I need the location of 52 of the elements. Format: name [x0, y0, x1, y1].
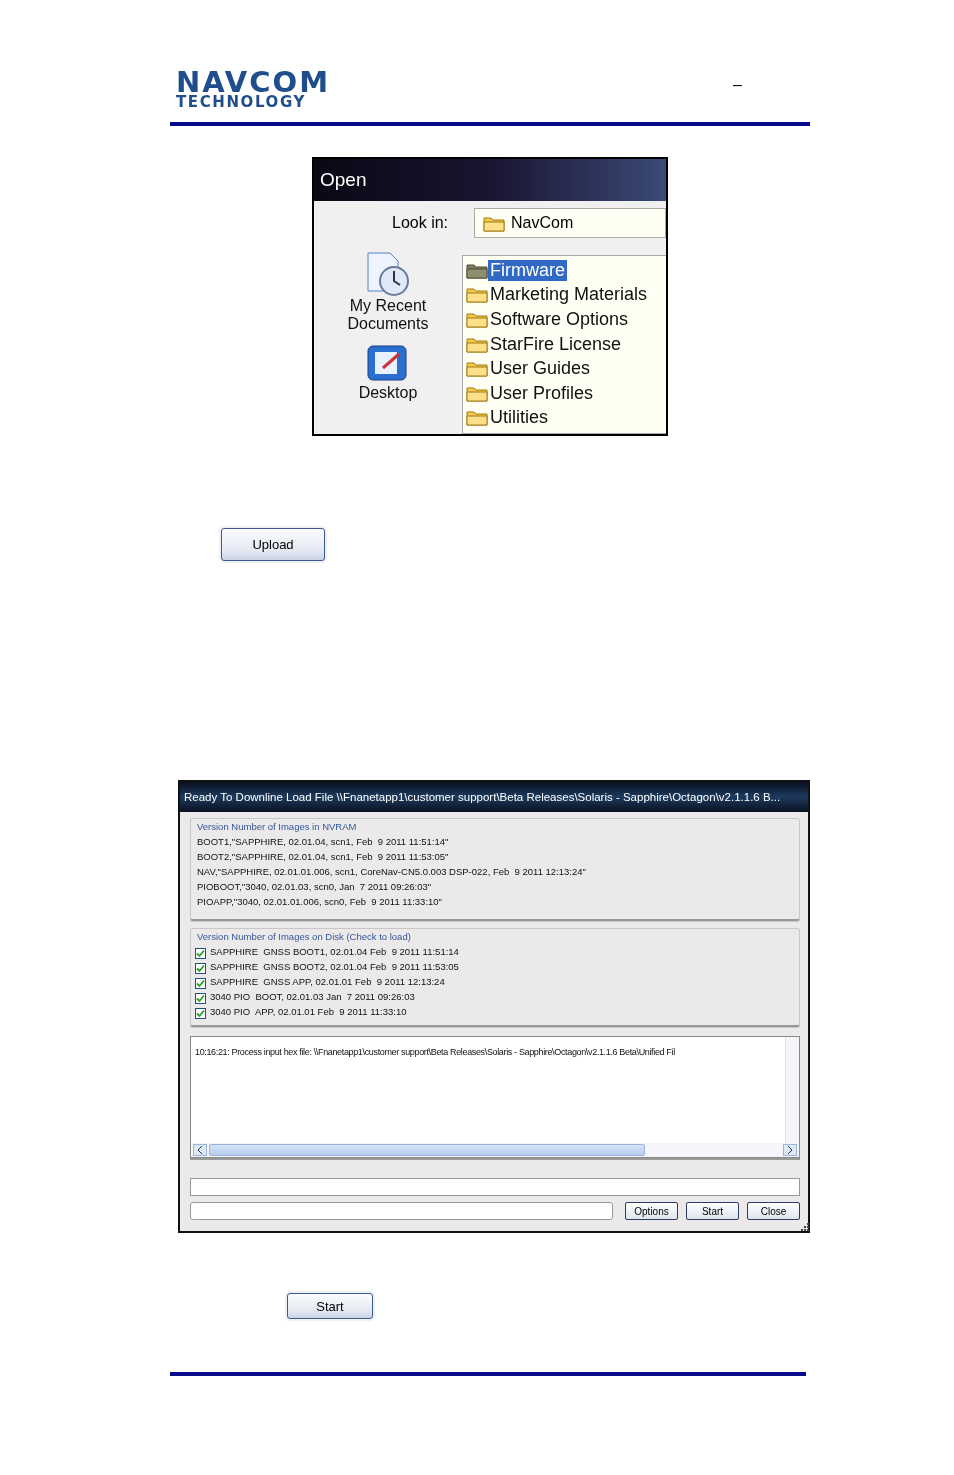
group-legend: Version Number of Images on Disk (Check to load): [197, 931, 411, 942]
log-line: 10:16:21: Process input hex file: \\Fnanetapp1\customer support\Beta Releases\Solaris - Sapphire\Octagon\v2.1.1.6 Beta\Unified Fil: [195, 1047, 675, 1057]
image-label: SAPPHIRE GNSS BOOT1, 02.01.04 Feb 9 2011 11:51:14: [210, 946, 459, 959]
navcom-logo: NAVCOM TECHNOLOGY: [176, 68, 330, 110]
image-label: 3040 PIO BOOT, 02.01.03 Jan 7 2011 09:26:03: [210, 991, 415, 1004]
resize-grip-icon[interactable]: [800, 1222, 810, 1232]
checkbox[interactable]: [195, 1008, 206, 1019]
window-title: Open: [314, 159, 666, 201]
dialog-button[interactable]: Close: [747, 1202, 800, 1220]
clock-document-icon: [364, 251, 412, 297]
checkbox[interactable]: [195, 948, 206, 959]
scroll-right-icon[interactable]: [783, 1144, 797, 1156]
folder-item[interactable]: Firmware: [488, 259, 567, 281]
upload-button[interactable]: Upload: [221, 528, 325, 561]
scroll-left-icon[interactable]: [193, 1144, 207, 1156]
start-button[interactable]: Start: [287, 1293, 373, 1319]
version-line: BOOT2,"SAPPHIRE, 02.01.04, scn1, Feb 9 2011 11:53:05": [197, 851, 450, 864]
folder-item[interactable]: Software Options: [488, 309, 631, 330]
image-label: SAPPHIRE GNSS APP, 02.01.01 Feb 9 2011 12:13:24: [210, 976, 445, 989]
image-label: SAPPHIRE GNSS BOOT2, 02.01.04 Feb 9 2011 11:53:05: [210, 961, 459, 974]
version-line: PIOAPP,"3040, 02.01.01.006, scn0, Feb 9 2011 11:33:10": [197, 896, 443, 909]
version-line: BOOT1,"SAPPHIRE, 02.01.04, scn1, Feb 9 2011 11:51:14": [197, 836, 450, 849]
folder-icon: [466, 261, 488, 279]
look-in-label: Look in:: [392, 214, 450, 232]
checkbox[interactable]: [195, 978, 206, 989]
folder-item[interactable]: User Guides: [488, 358, 593, 380]
folder-icon: [466, 360, 488, 378]
folder-item[interactable]: Utilities: [488, 407, 550, 429]
version-line: NAV,"SAPPHIRE, 02.01.01.006, scn1, CoreNav-CN5.0.003 DSP-022, Feb 9 2011 12:13:24": [197, 866, 587, 879]
vertical-scrollbar[interactable]: [785, 1037, 799, 1143]
checkbox[interactable]: [195, 963, 206, 974]
dialog-button[interactable]: Start: [686, 1202, 739, 1220]
checkbox[interactable]: [195, 993, 206, 1004]
group-legend: Version Number of Images in NVRAM: [197, 821, 357, 832]
horizontal-scrollbar[interactable]: [191, 1143, 799, 1157]
folder-icon: [466, 409, 488, 427]
folder-icon: [466, 311, 488, 328]
image-label: 3040 PIO APP, 02.01.01 Feb 9 2011 11:33:10: [210, 1006, 407, 1019]
places-item[interactable]: My Recent Documents: [314, 251, 462, 334]
folder-icon: [483, 214, 505, 232]
folder-item[interactable]: Marketing Materials: [488, 284, 650, 306]
folder-icon: [466, 384, 488, 402]
dialog-button[interactable]: Options: [625, 1202, 678, 1220]
folder-item[interactable]: StarFire License: [488, 333, 624, 355]
folder-icon: [466, 335, 488, 353]
window-title: Ready To Downline Load File \\Fnanetapp1\customer support\Beta Releases\Solaris - Sapphire\Octagon\v2.1.1.6 B...: [180, 782, 808, 812]
folder-item[interactable]: User Profiles: [488, 382, 596, 404]
folder-icon: [466, 286, 488, 304]
version-line: PIOBOOT,"3040, 02.01.03, scn0, Jan 7 2011 09:26:03": [197, 881, 433, 894]
header-dash: –: [733, 76, 742, 94]
places-item[interactable]: Desktop: [358, 341, 418, 403]
look-in-dropdown[interactable]: NavCom: [474, 208, 666, 238]
